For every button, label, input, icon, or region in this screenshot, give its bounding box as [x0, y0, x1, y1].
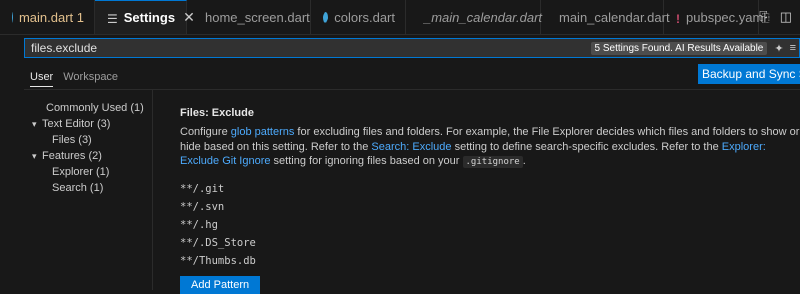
pattern-item[interactable]: **/.svn	[180, 198, 800, 216]
settings-search-input[interactable]: files.exclude 5 Settings Found. AI Resul…	[24, 38, 800, 58]
settings-toc: Commonly Used (1) ▾ Text Editor (3) Files…	[30, 100, 144, 196]
backup-sync-button[interactable]: Backup and Sync Settings	[698, 64, 800, 84]
tab-label: colors.dart	[334, 9, 395, 25]
tab-main-calendar[interactable]: main_calendar.dart	[541, 0, 670, 34]
toc-item-text-editor[interactable]: ▾ Text Editor (3)	[30, 116, 144, 132]
dart-icon	[12, 11, 13, 23]
scope-tabs: User Workspace	[30, 68, 128, 87]
setting-title: Files: Exclude	[180, 107, 254, 119]
tab-label: _main_calendar.dart	[424, 9, 543, 25]
pattern-list: **/.git **/.svn **/.hg **/.DS_Store **/T…	[180, 180, 800, 270]
pattern-item[interactable]: **/Thumbs.db	[180, 252, 800, 270]
add-pattern-button[interactable]: Add Pattern	[180, 275, 261, 294]
toc-item-commonly-used[interactable]: Commonly Used (1)	[30, 100, 144, 116]
glob-patterns-link[interactable]: glob patterns	[231, 126, 295, 138]
tab-label: pubspec.yaml	[686, 9, 767, 25]
tab-label: home_screen.dart	[205, 9, 310, 25]
editor-tab-bar: main.dart 1 ☰ Settings ✕ home_screen.dar…	[0, 0, 800, 35]
gitignore-code: .gitignore	[462, 156, 523, 169]
sparkle-icon[interactable]: ✦	[774, 42, 783, 55]
toc-item-files[interactable]: Files (3)	[30, 132, 144, 148]
result-count-badge: 5 Settings Found. AI Results Available	[590, 41, 768, 55]
pattern-item[interactable]: **/.hg	[180, 216, 800, 234]
settings-icon: ☰	[107, 12, 118, 26]
tab-private-main-calendar[interactable]: _main_calendar.dart	[406, 0, 543, 34]
tab-label: Settings	[123, 10, 176, 25]
setting-description: Configure glob patterns for excluding fi…	[180, 126, 800, 169]
tab-pubspec[interactable]: ! pubspec.yaml	[664, 0, 766, 34]
chevron-down-icon: ▾	[32, 119, 37, 129]
toc-item-explorer[interactable]: Explorer (1)	[30, 164, 144, 180]
tab-home-screen[interactable]: home_screen.dart	[187, 0, 311, 34]
split-editor-icon[interactable]: ◫	[780, 9, 792, 25]
tab-actions: ⎘ ◫	[759, 0, 800, 34]
tab-label: main.dart 1	[18, 9, 84, 25]
tab-colors[interactable]: colors.dart	[311, 0, 406, 34]
divider	[24, 89, 800, 90]
pattern-item[interactable]: **/.DS_Store	[180, 234, 800, 252]
tab-main-dart[interactable]: main.dart 1	[0, 0, 95, 34]
yaml-icon: !	[676, 11, 680, 26]
clear-filter-icon[interactable]: ≡	[790, 42, 796, 54]
dart-icon	[323, 11, 329, 23]
chevron-down-icon: ▾	[32, 151, 37, 161]
toc-separator	[152, 90, 153, 290]
tab-settings[interactable]: ☰ Settings ✕	[95, 0, 195, 34]
tab-label: main_calendar.dart	[559, 9, 670, 25]
tab-workspace[interactable]: Workspace	[63, 68, 118, 87]
search-value: files.exclude	[31, 41, 98, 55]
search-exclude-link[interactable]: Search: Exclude	[371, 141, 451, 153]
tab-user[interactable]: User	[30, 68, 54, 87]
toc-item-features[interactable]: ▾ Features (2)	[30, 148, 144, 164]
setting-item-files-exclude: Files: Exclude Configure glob patterns f…	[180, 107, 800, 294]
toc-item-search[interactable]: Search (1)	[30, 180, 144, 196]
pattern-item[interactable]: **/.git	[180, 180, 800, 198]
open-json-icon[interactable]: ⎘	[759, 9, 769, 25]
